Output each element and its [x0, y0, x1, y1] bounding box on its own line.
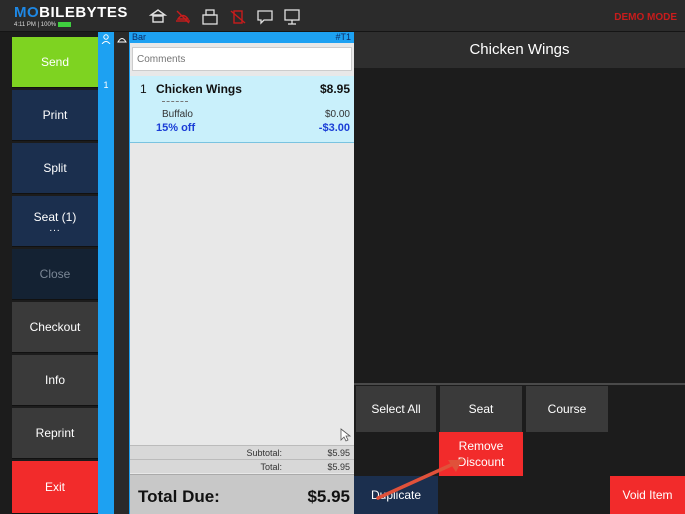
- total-due-label: Total Due:: [138, 487, 220, 506]
- device-status: 4:11 PM | 100%: [14, 21, 72, 29]
- exit-button[interactable]: Exit: [12, 461, 98, 514]
- modifier-name: Buffalo: [162, 109, 193, 120]
- item-price: $8.95: [319, 82, 350, 96]
- ticket-header: Bar #T1: [130, 32, 354, 43]
- reprint-button[interactable]: Reprint: [12, 408, 98, 459]
- course-strip: [114, 32, 130, 514]
- item-detail-title: Chicken Wings: [354, 32, 685, 68]
- chat-icon[interactable]: [255, 7, 275, 27]
- select-all-button[interactable]: Select All: [356, 386, 436, 432]
- subtotal-label: Subtotal:: [246, 448, 282, 458]
- ticket-number: #T1: [335, 32, 351, 42]
- remove-discount-button[interactable]: Remove Discount: [439, 432, 523, 476]
- guest-icon: [101, 34, 111, 44]
- close-button[interactable]: Close: [12, 249, 98, 300]
- discount-name: 15% off: [156, 122, 196, 134]
- discount-value: -$3.00: [318, 122, 350, 134]
- ticket-item-row[interactable]: 1 Chicken Wings $8.95 Buffalo $0.00 15% …: [130, 76, 354, 143]
- seat-strip[interactable]: [98, 32, 114, 514]
- no-kitchen-icon[interactable]: [228, 7, 248, 27]
- modifier-price: $0.00: [324, 109, 350, 120]
- seat-number[interactable]: 1: [98, 80, 114, 90]
- split-button[interactable]: Split: [12, 143, 98, 194]
- cursor-icon: [340, 428, 352, 442]
- total-value: $5.95: [327, 462, 350, 472]
- course-button[interactable]: Course: [526, 386, 608, 432]
- item-name: Chicken Wings: [156, 82, 242, 96]
- comments-input[interactable]: [132, 47, 352, 71]
- total-row: Total: $5.95: [130, 459, 354, 473]
- course-icon: [117, 38, 127, 43]
- panel-divider: [354, 383, 685, 385]
- item-quantity: 1: [140, 82, 147, 96]
- subtotal-value: $5.95: [327, 448, 350, 458]
- no-service-icon[interactable]: [173, 7, 193, 27]
- seat-button[interactable]: Seat (1) ...: [12, 196, 98, 247]
- display-icon[interactable]: [282, 7, 302, 27]
- checkout-button[interactable]: Checkout: [12, 302, 98, 353]
- table-icon[interactable]: [148, 7, 168, 27]
- ticket-location: Bar: [132, 32, 147, 42]
- app-logo: MOBILEBYTES: [14, 4, 128, 21]
- send-button[interactable]: Send: [12, 37, 98, 88]
- total-label: Total:: [260, 462, 282, 472]
- print-button[interactable]: Print: [12, 90, 98, 141]
- seat-action-button[interactable]: Seat: [440, 386, 522, 432]
- void-item-button[interactable]: Void Item: [610, 476, 685, 514]
- subtotal-row: Subtotal: $5.95: [130, 445, 354, 459]
- seat-more-indicator: ...: [49, 223, 61, 234]
- battery-icon: [58, 21, 72, 27]
- demo-mode-label: DEMO MODE: [614, 12, 677, 23]
- total-due-row: Total Due: $5.95: [130, 474, 354, 514]
- info-button[interactable]: Info: [12, 355, 98, 406]
- total-due-value: $5.95: [307, 487, 350, 506]
- duplicate-button[interactable]: Duplicate: [354, 476, 438, 514]
- top-bar: MOBILEBYTES 4:11 PM | 100% DEMO MODE: [0, 0, 685, 32]
- item-separator: [162, 101, 188, 102]
- printer-icon[interactable]: [200, 7, 220, 27]
